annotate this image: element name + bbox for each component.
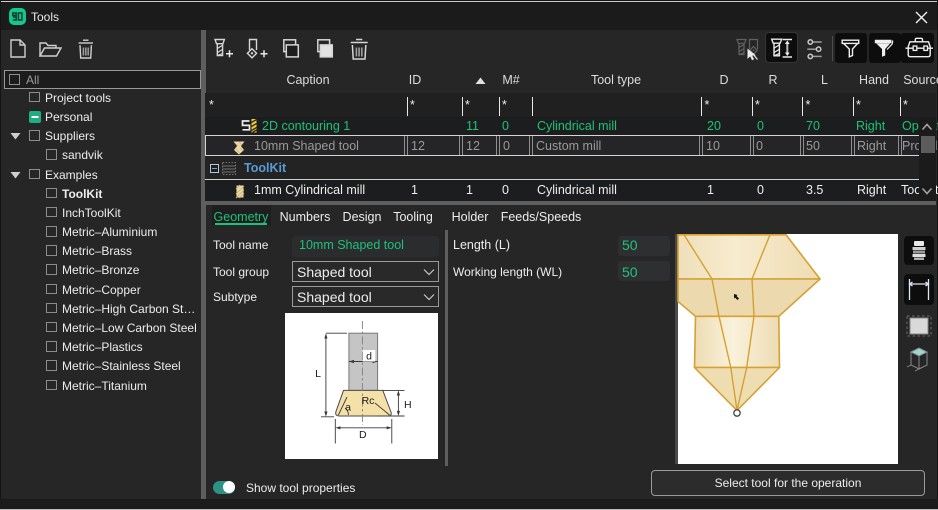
- svg-text:L: L: [315, 368, 321, 380]
- svg-text:D: D: [359, 429, 367, 441]
- svg-text:H: H: [404, 399, 412, 411]
- svg-text:Rc: Rc: [362, 395, 375, 407]
- svg-text:d: d: [366, 351, 372, 363]
- svg-text:a: a: [345, 402, 351, 414]
